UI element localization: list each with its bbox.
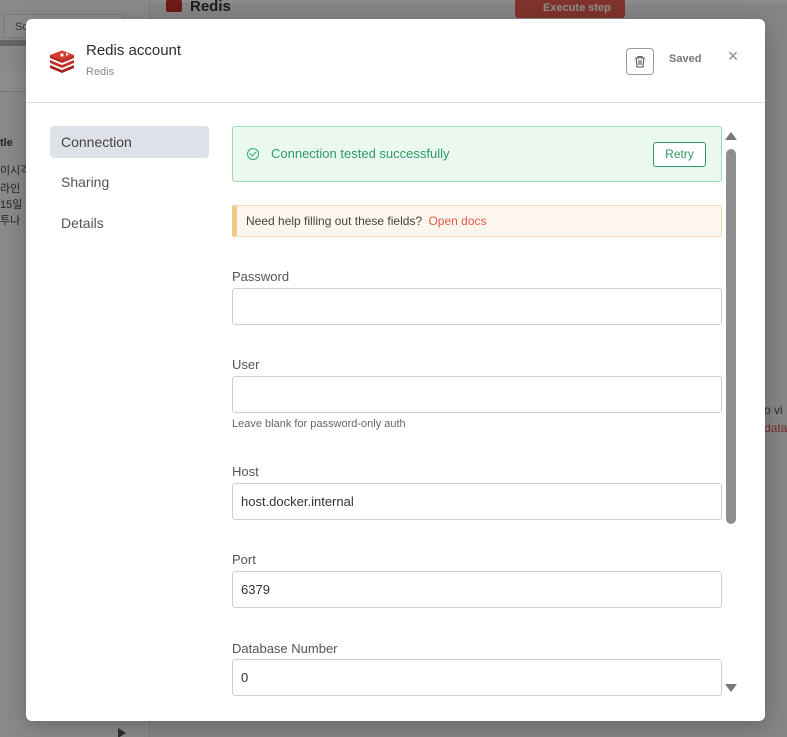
host-label: Host: [232, 464, 259, 479]
scroll-down-icon[interactable]: [725, 684, 737, 692]
modal-header: Redis account Redis Saved ×: [26, 19, 765, 103]
user-hint: Leave blank for password-only auth: [232, 418, 406, 430]
credential-modal: Redis account Redis Saved × Connection S…: [26, 19, 765, 721]
user-field[interactable]: [232, 376, 722, 413]
retry-button[interactable]: Retry: [653, 142, 706, 167]
close-icon[interactable]: ×: [726, 47, 740, 65]
delete-button[interactable]: [626, 48, 654, 75]
modal-subtitle: Redis: [86, 66, 115, 78]
redis-logo-icon: [50, 50, 74, 73]
success-banner: Connection tested successfully Retry: [232, 126, 722, 182]
open-docs-link[interactable]: Open docs: [428, 214, 486, 228]
password-label: Password: [232, 269, 290, 284]
host-field[interactable]: host.docker.internal: [232, 483, 722, 520]
check-circle-icon: [247, 148, 259, 160]
help-banner: Need help filling out these fields? Open…: [232, 205, 722, 237]
sidebar-item-details[interactable]: Details: [50, 207, 209, 239]
password-field[interactable]: [232, 288, 722, 325]
help-text: Need help filling out these fields?: [246, 214, 423, 228]
success-message: Connection tested successfully: [271, 146, 450, 161]
port-label: Port: [232, 552, 256, 567]
sidebar-item-connection[interactable]: Connection: [50, 126, 209, 158]
database-number-field[interactable]: 0: [232, 659, 722, 696]
modal-title: Redis account: [86, 42, 182, 59]
database-number-label: Database Number: [232, 641, 338, 656]
content-scrollbar[interactable]: [725, 127, 739, 697]
user-label: User: [232, 357, 260, 372]
trash-icon: [635, 55, 645, 68]
scroll-up-icon[interactable]: [725, 132, 737, 140]
sidebar-item-sharing[interactable]: Sharing: [50, 166, 209, 198]
port-field[interactable]: 6379: [232, 571, 722, 608]
saved-status: Saved: [669, 53, 702, 65]
scrollbar-thumb[interactable]: [726, 149, 736, 524]
